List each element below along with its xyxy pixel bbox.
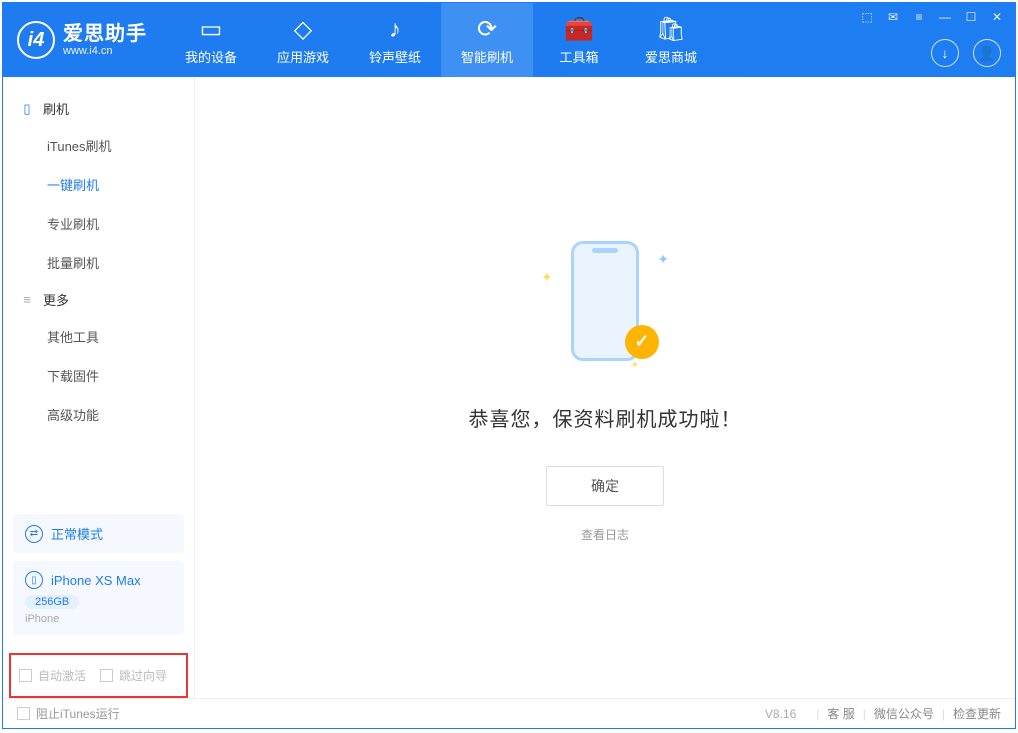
view-log-link[interactable]: 查看日志 bbox=[581, 526, 629, 543]
device-icon: ▯ bbox=[19, 101, 35, 117]
version-label: V8.16 bbox=[765, 707, 796, 721]
nav-label: 应用游戏 bbox=[277, 47, 329, 66]
sidebar-item-pro-flash[interactable]: 专业刷机 bbox=[3, 204, 194, 243]
app-header: i4 爱思助手 www.i4.cn ▭ 我的设备 ◇ 应用游戏 ♪ 铃声壁纸 ⟳… bbox=[3, 3, 1015, 77]
window-controls: ⬚ ✉ ≡ — ☐ ✕ bbox=[859, 9, 1005, 25]
sidebar-item-other-tools[interactable]: 其他工具 bbox=[3, 317, 194, 356]
sidebar-group-flash: ▯ 刷机 bbox=[3, 91, 194, 126]
nav-label: 铃声壁纸 bbox=[369, 47, 421, 66]
checkbox-icon bbox=[19, 669, 32, 682]
app-subtitle: www.i4.cn bbox=[63, 45, 147, 57]
sidebar-item-advanced[interactable]: 高级功能 bbox=[3, 395, 194, 434]
support-link[interactable]: 客 服 bbox=[827, 705, 854, 722]
check-update-link[interactable]: 检查更新 bbox=[953, 705, 1001, 722]
sparkle-icon: ✦ bbox=[657, 251, 669, 268]
sparkle-icon: ✦ bbox=[541, 269, 553, 286]
device-small-icon: ▯ bbox=[25, 571, 43, 589]
nav-label: 智能刷机 bbox=[461, 47, 513, 66]
mode-label: 正常模式 bbox=[51, 524, 103, 543]
main-content: ✦ ✦ ✓ ✦ 恭喜您，保资料刷机成功啦！ 确定 查看日志 bbox=[195, 77, 1015, 698]
checkbox-label: 跳过向导 bbox=[119, 667, 167, 684]
sidebar-item-batch-flash[interactable]: 批量刷机 bbox=[3, 243, 194, 282]
checkbox-icon bbox=[100, 669, 113, 682]
nav-label: 工具箱 bbox=[559, 47, 598, 66]
sidebar-item-onekey-flash[interactable]: 一键刷机 bbox=[3, 165, 194, 204]
nav-toolbox[interactable]: 🧰 工具箱 bbox=[533, 3, 625, 77]
sidebar-group-more: ≡ 更多 bbox=[3, 282, 194, 317]
toolbox-icon: 🧰 bbox=[564, 15, 594, 45]
maximize-button[interactable]: ☐ bbox=[963, 9, 979, 25]
mode-panel[interactable]: ⇄ 正常模式 bbox=[13, 514, 184, 553]
header-actions: ↓ 👤 bbox=[931, 39, 1001, 67]
music-icon: ♪ bbox=[389, 15, 401, 45]
nav-ringtones[interactable]: ♪ 铃声壁纸 bbox=[349, 3, 441, 77]
user-icon[interactable]: 👤 bbox=[973, 39, 1001, 67]
device-name: iPhone XS Max bbox=[51, 573, 141, 588]
skin-icon[interactable]: ⬚ bbox=[859, 9, 875, 25]
sidebar-group-label: 更多 bbox=[43, 290, 69, 309]
status-bar: 阻止iTunes运行 V8.16 | 客 服 | 微信公众号 | 检查更新 bbox=[3, 698, 1015, 728]
device-type: iPhone bbox=[25, 613, 172, 625]
check-icon: ✓ bbox=[625, 325, 659, 359]
feedback-icon[interactable]: ✉ bbox=[885, 9, 901, 25]
device-panel[interactable]: ▯ iPhone XS Max 256GB iPhone bbox=[13, 561, 184, 635]
mode-icon: ⇄ bbox=[25, 525, 43, 543]
success-illustration: ✦ ✦ ✓ ✦ bbox=[535, 233, 675, 373]
checkbox-label: 自动激活 bbox=[38, 667, 86, 684]
nav-label: 我的设备 bbox=[185, 47, 237, 66]
menu-icon[interactable]: ≡ bbox=[911, 9, 927, 25]
success-message: 恭喜您，保资料刷机成功啦！ bbox=[469, 403, 742, 432]
checkbox-auto-activate[interactable]: 自动激活 bbox=[19, 667, 86, 684]
ok-button[interactable]: 确定 bbox=[546, 466, 664, 506]
list-icon: ≡ bbox=[19, 292, 35, 307]
checkbox-label: 阻止iTunes运行 bbox=[36, 705, 120, 722]
wechat-link[interactable]: 微信公众号 bbox=[874, 705, 934, 722]
nav-my-device[interactable]: ▭ 我的设备 bbox=[165, 3, 257, 77]
logo-icon: i4 bbox=[17, 21, 55, 59]
phone-icon: ▭ bbox=[200, 15, 223, 45]
checkbox-skip-guide[interactable]: 跳过向导 bbox=[100, 667, 167, 684]
sparkle-icon: ✦ bbox=[631, 360, 639, 371]
sidebar-group-label: 刷机 bbox=[43, 99, 69, 118]
refresh-icon: ⟳ bbox=[477, 15, 497, 45]
sidebar-item-itunes-flash[interactable]: iTunes刷机 bbox=[3, 126, 194, 165]
sidebar-item-firmware[interactable]: 下载固件 bbox=[3, 356, 194, 395]
nav-smart-flash[interactable]: ⟳ 智能刷机 bbox=[441, 3, 533, 77]
storage-badge: 256GB bbox=[25, 595, 79, 609]
bag-icon: 🛍 bbox=[656, 15, 686, 45]
app-title: 爱思助手 bbox=[63, 23, 147, 45]
cube-icon: ◇ bbox=[294, 15, 312, 45]
nav-store[interactable]: 🛍 爱思商城 bbox=[625, 3, 717, 77]
checkbox-icon bbox=[17, 707, 30, 720]
highlight-options: 自动激活 跳过向导 bbox=[9, 653, 188, 698]
nav-label: 爱思商城 bbox=[645, 47, 697, 66]
logo: i4 爱思助手 www.i4.cn bbox=[3, 3, 165, 77]
close-button[interactable]: ✕ bbox=[989, 9, 1005, 25]
sidebar: ▯ 刷机 iTunes刷机 一键刷机 专业刷机 批量刷机 ≡ 更多 其他工具 下… bbox=[3, 77, 195, 698]
download-icon[interactable]: ↓ bbox=[931, 39, 959, 67]
nav-apps-games[interactable]: ◇ 应用游戏 bbox=[257, 3, 349, 77]
checkbox-block-itunes[interactable]: 阻止iTunes运行 bbox=[17, 705, 120, 722]
minimize-button[interactable]: — bbox=[937, 9, 953, 25]
top-nav: ▭ 我的设备 ◇ 应用游戏 ♪ 铃声壁纸 ⟳ 智能刷机 🧰 工具箱 🛍 爱思商城 bbox=[165, 3, 717, 77]
